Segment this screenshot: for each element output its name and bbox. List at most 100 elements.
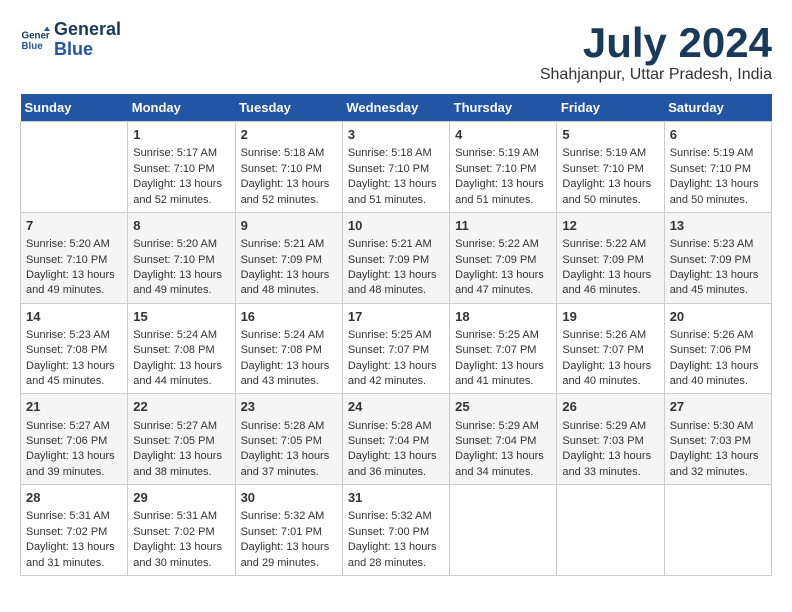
day-number: 13 [670,217,766,235]
logo-text: General Blue [54,20,121,60]
cell-content: Sunrise: 5:26 AM [562,328,658,343]
day-number: 19 [562,308,658,326]
cell-content: Sunset: 7:05 PM [133,434,229,449]
cell-content: and 30 minutes. [133,556,229,571]
cell-content: Sunset: 7:07 PM [562,343,658,358]
cell-content: Sunrise: 5:29 AM [455,419,551,434]
calendar-cell [21,122,128,213]
calendar-week-row: 14Sunrise: 5:23 AMSunset: 7:08 PMDayligh… [21,303,772,394]
calendar-cell: 1Sunrise: 5:17 AMSunset: 7:10 PMDaylight… [128,122,235,213]
calendar-cell: 26Sunrise: 5:29 AMSunset: 7:03 PMDayligh… [557,394,664,485]
calendar-table: SundayMondayTuesdayWednesdayThursdayFrid… [20,94,772,576]
calendar-cell: 6Sunrise: 5:19 AMSunset: 7:10 PMDaylight… [664,122,771,213]
cell-content: Sunset: 7:10 PM [241,162,337,177]
header-thursday: Thursday [450,94,557,122]
day-number: 16 [241,308,337,326]
calendar-week-row: 7Sunrise: 5:20 AMSunset: 7:10 PMDaylight… [21,212,772,303]
location-subtitle: Shahjanpur, Uttar Pradesh, India [540,66,772,84]
day-number: 10 [348,217,444,235]
calendar-cell: 8Sunrise: 5:20 AMSunset: 7:10 PMDaylight… [128,212,235,303]
calendar-cell: 28Sunrise: 5:31 AMSunset: 7:02 PMDayligh… [21,485,128,576]
cell-content: Sunrise: 5:32 AM [348,509,444,524]
cell-content: Sunset: 7:02 PM [26,525,122,540]
cell-content: Sunset: 7:10 PM [670,162,766,177]
day-number: 3 [348,126,444,144]
cell-content: Daylight: 13 hours [133,449,229,464]
cell-content: and 42 minutes. [348,374,444,389]
calendar-cell: 19Sunrise: 5:26 AMSunset: 7:07 PMDayligh… [557,303,664,394]
calendar-cell: 29Sunrise: 5:31 AMSunset: 7:02 PMDayligh… [128,485,235,576]
day-number: 14 [26,308,122,326]
cell-content: Sunset: 7:07 PM [455,343,551,358]
cell-content: and 43 minutes. [241,374,337,389]
cell-content: Daylight: 13 hours [133,359,229,374]
cell-content: and 41 minutes. [455,374,551,389]
calendar-cell: 15Sunrise: 5:24 AMSunset: 7:08 PMDayligh… [128,303,235,394]
cell-content: and 32 minutes. [670,465,766,480]
cell-content: and 49 minutes. [133,283,229,298]
cell-content: Sunset: 7:05 PM [241,434,337,449]
cell-content: and 46 minutes. [562,283,658,298]
cell-content: Sunset: 7:09 PM [241,253,337,268]
cell-content: Daylight: 13 hours [348,177,444,192]
cell-content: Sunset: 7:04 PM [348,434,444,449]
cell-content: Daylight: 13 hours [26,540,122,555]
cell-content: Sunset: 7:01 PM [241,525,337,540]
cell-content: Sunrise: 5:31 AM [133,509,229,524]
cell-content: Sunset: 7:06 PM [670,343,766,358]
svg-text:Blue: Blue [22,41,44,52]
calendar-cell: 10Sunrise: 5:21 AMSunset: 7:09 PMDayligh… [342,212,449,303]
cell-content: Daylight: 13 hours [455,449,551,464]
cell-content: and 38 minutes. [133,465,229,480]
day-number: 1 [133,126,229,144]
cell-content: Sunrise: 5:26 AM [670,328,766,343]
header-tuesday: Tuesday [235,94,342,122]
calendar-cell: 5Sunrise: 5:19 AMSunset: 7:10 PMDaylight… [557,122,664,213]
cell-content: Daylight: 13 hours [26,359,122,374]
cell-content: and 49 minutes. [26,283,122,298]
calendar-cell: 11Sunrise: 5:22 AMSunset: 7:09 PMDayligh… [450,212,557,303]
cell-content: and 47 minutes. [455,283,551,298]
logo: General Blue General Blue [20,20,121,60]
cell-content: Daylight: 13 hours [26,268,122,283]
cell-content: Sunset: 7:02 PM [133,525,229,540]
cell-content: Sunrise: 5:19 AM [562,146,658,161]
day-number: 6 [670,126,766,144]
cell-content: Sunrise: 5:22 AM [455,237,551,252]
cell-content: Sunset: 7:08 PM [241,343,337,358]
cell-content: Sunset: 7:10 PM [562,162,658,177]
month-title: July 2024 [540,20,772,66]
day-number: 15 [133,308,229,326]
cell-content: Daylight: 13 hours [348,268,444,283]
cell-content: Sunrise: 5:24 AM [133,328,229,343]
cell-content: Daylight: 13 hours [26,449,122,464]
cell-content: Daylight: 13 hours [348,359,444,374]
calendar-cell: 22Sunrise: 5:27 AMSunset: 7:05 PMDayligh… [128,394,235,485]
cell-content: and 48 minutes. [348,283,444,298]
calendar-week-row: 21Sunrise: 5:27 AMSunset: 7:06 PMDayligh… [21,394,772,485]
cell-content: Sunset: 7:06 PM [26,434,122,449]
day-number: 11 [455,217,551,235]
cell-content: Sunset: 7:10 PM [348,162,444,177]
cell-content: Sunrise: 5:24 AM [241,328,337,343]
cell-content: Daylight: 13 hours [670,359,766,374]
cell-content: and 34 minutes. [455,465,551,480]
cell-content: Daylight: 13 hours [241,268,337,283]
cell-content: Sunrise: 5:29 AM [562,419,658,434]
cell-content: and 37 minutes. [241,465,337,480]
cell-content: Sunrise: 5:23 AM [670,237,766,252]
calendar-cell: 20Sunrise: 5:26 AMSunset: 7:06 PMDayligh… [664,303,771,394]
calendar-cell: 12Sunrise: 5:22 AMSunset: 7:09 PMDayligh… [557,212,664,303]
cell-content: and 39 minutes. [26,465,122,480]
header-friday: Friday [557,94,664,122]
day-number: 26 [562,398,658,416]
cell-content: Sunrise: 5:20 AM [133,237,229,252]
calendar-cell: 25Sunrise: 5:29 AMSunset: 7:04 PMDayligh… [450,394,557,485]
cell-content: and 50 minutes. [562,193,658,208]
title-section: July 2024 Shahjanpur, Uttar Pradesh, Ind… [540,20,772,84]
calendar-cell: 17Sunrise: 5:25 AMSunset: 7:07 PMDayligh… [342,303,449,394]
header-saturday: Saturday [664,94,771,122]
cell-content: and 44 minutes. [133,374,229,389]
cell-content: Sunrise: 5:32 AM [241,509,337,524]
cell-content: Daylight: 13 hours [133,540,229,555]
